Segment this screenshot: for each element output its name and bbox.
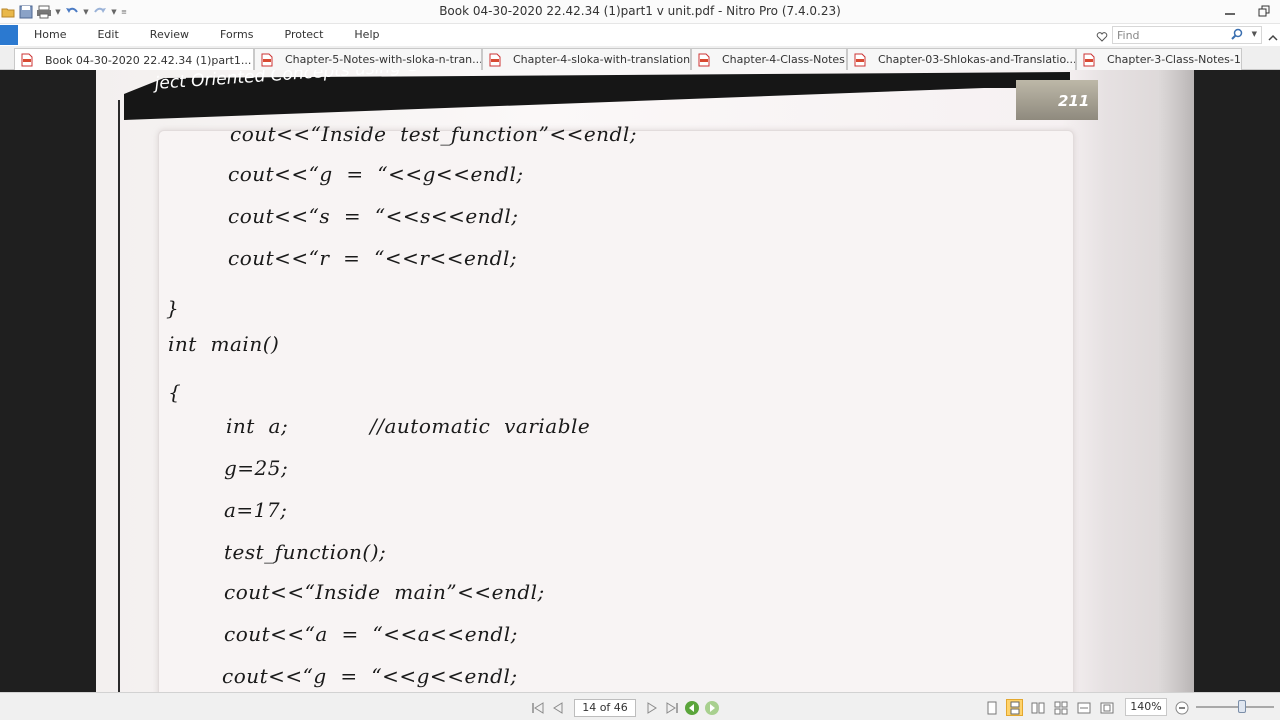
zoom-level-field[interactable]: 140% <box>1125 698 1167 716</box>
status-bar: 14 of 46 140% <box>0 692 1280 720</box>
tab-document-2[interactable]: Chapter-5-Notes-with-sloka-n-tran... <box>254 48 482 70</box>
pdf-file-icon <box>21 53 33 67</box>
code-line: test_function(); <box>224 540 387 564</box>
code-line: } <box>166 296 180 320</box>
continuous-view-icon[interactable] <box>1006 699 1023 716</box>
zoom-out-icon[interactable] <box>1175 700 1189 719</box>
menu-forms[interactable]: Forms <box>220 28 253 41</box>
view-mode-buttons <box>983 699 1115 716</box>
single-page-view-icon[interactable] <box>983 699 1000 716</box>
window-title: Book 04-30-2020 22.42.34 (1)part1 v unit… <box>439 4 841 18</box>
menu-edit[interactable]: Edit <box>97 28 118 41</box>
page-number-input[interactable]: 14 of 46 <box>574 699 636 717</box>
code-line: cout<<“r = “<<r<<endl; <box>228 246 518 270</box>
tab-label: Chapter-3-Class-Notes-1 <box>1107 53 1241 66</box>
document-viewport[interactable]: ject Oriented Concepts using C++ 211 cou… <box>0 70 1280 692</box>
code-line: cout<<“Inside test_function”<<endl; <box>230 122 637 146</box>
pdf-file-icon <box>489 53 501 66</box>
tab-document-5[interactable]: Chapter-03-Shlokas-and-Translatio... <box>847 48 1076 70</box>
nitro-pro-window: ▼ ▼ ▼ ≡ Book 04-30-2020 22.42.34 (1)part… <box>0 0 1280 720</box>
minimize-icon[interactable] <box>1220 2 1240 20</box>
code-line: { <box>168 380 182 404</box>
previous-page-icon[interactable] <box>548 700 568 716</box>
find-placeholder: Find <box>1117 29 1140 42</box>
page-left-rule <box>118 100 120 692</box>
find-dropdown-icon[interactable]: ▼ <box>1252 30 1257 38</box>
menu-review[interactable]: Review <box>150 28 189 41</box>
collapse-ribbon-icon[interactable] <box>1268 28 1278 47</box>
pdf-file-icon <box>261 53 273 66</box>
facing-view-icon[interactable] <box>1029 699 1046 716</box>
file-tab[interactable] <box>0 25 18 45</box>
code-line: int main() <box>168 332 280 356</box>
favorite-heart-icon[interactable] <box>1096 28 1108 47</box>
last-page-icon[interactable] <box>662 700 682 716</box>
find-input[interactable]: Find ▼ <box>1112 26 1262 44</box>
tab-label: Book 04-30-2020 22.42.34 (1)part1... <box>45 53 252 67</box>
tab-label: Chapter-5-Notes-with-sloka-n-tran... <box>285 53 482 66</box>
pdf-page: ject Oriented Concepts using C++ 211 cou… <box>96 70 1194 692</box>
search-icon[interactable] <box>1231 28 1243 43</box>
fit-width-icon[interactable] <box>1075 699 1092 716</box>
code-line: cout<<“s = “<<s<<endl; <box>228 204 519 228</box>
menu-tabs: Home Edit Review Forms Protect Help <box>34 28 410 41</box>
code-line: cout<<“g = “<<g<<endl; <box>222 664 518 688</box>
tab-document-6[interactable]: Chapter-3-Class-Notes-1 <box>1076 48 1242 70</box>
tab-label: Chapter-4-sloka-with-translation <box>513 53 691 66</box>
code-line: g=25; <box>224 456 289 480</box>
window-controls <box>1220 2 1274 20</box>
fit-page-icon[interactable] <box>1098 699 1115 716</box>
pdf-file-icon <box>854 53 866 66</box>
code-comment: //automatic variable <box>370 414 591 438</box>
code-line: int a; <box>226 414 289 438</box>
go-back-icon[interactable] <box>682 700 702 716</box>
code-line: cout<<“g = “<<g<<endl; <box>228 162 524 186</box>
page-number: 211 <box>1058 92 1090 110</box>
next-page-icon[interactable] <box>642 700 662 716</box>
page-navigation: 14 of 46 <box>528 699 722 717</box>
page-edge-shadow <box>1158 70 1194 692</box>
go-forward-icon[interactable] <box>702 700 722 716</box>
document-tab-bar: Book 04-30-2020 22.42.34 (1)part1... ✕ C… <box>0 46 1280 71</box>
code-line: cout<<“a = “<<a<<endl; <box>224 622 518 646</box>
tab-label: Chapter-03-Shlokas-and-Translatio... <box>878 53 1076 66</box>
title-bar: ▼ ▼ ▼ ≡ Book 04-30-2020 22.42.34 (1)part… <box>0 0 1280 24</box>
menu-home[interactable]: Home <box>34 28 66 41</box>
menu-protect[interactable]: Protect <box>285 28 324 41</box>
pdf-file-icon <box>698 53 710 66</box>
chapter-header-band: ject Oriented Concepts using C++ 211 <box>124 70 1098 120</box>
tab-document-4[interactable]: Chapter-4-Class-Notes <box>691 48 847 70</box>
menu-help[interactable]: Help <box>354 28 379 41</box>
continuous-facing-view-icon[interactable] <box>1052 699 1069 716</box>
tab-label: Chapter-4-Class-Notes <box>722 53 845 66</box>
code-line: a=17; <box>224 498 288 522</box>
tab-document-3[interactable]: Chapter-4-sloka-with-translation <box>482 48 691 70</box>
ribbon-menu-bar: Home Edit Review Forms Protect Help Find… <box>0 24 1280 46</box>
zoom-slider-thumb[interactable] <box>1238 700 1246 713</box>
restore-icon[interactable] <box>1254 2 1274 20</box>
pdf-file-icon <box>1083 53 1095 66</box>
tab-document-1[interactable]: Book 04-30-2020 22.42.34 (1)part1... ✕ <box>14 48 254 71</box>
first-page-icon[interactable] <box>528 700 548 716</box>
code-line: cout<<“Inside main”<<endl; <box>224 580 545 604</box>
zoom-slider-track[interactable] <box>1196 706 1274 708</box>
